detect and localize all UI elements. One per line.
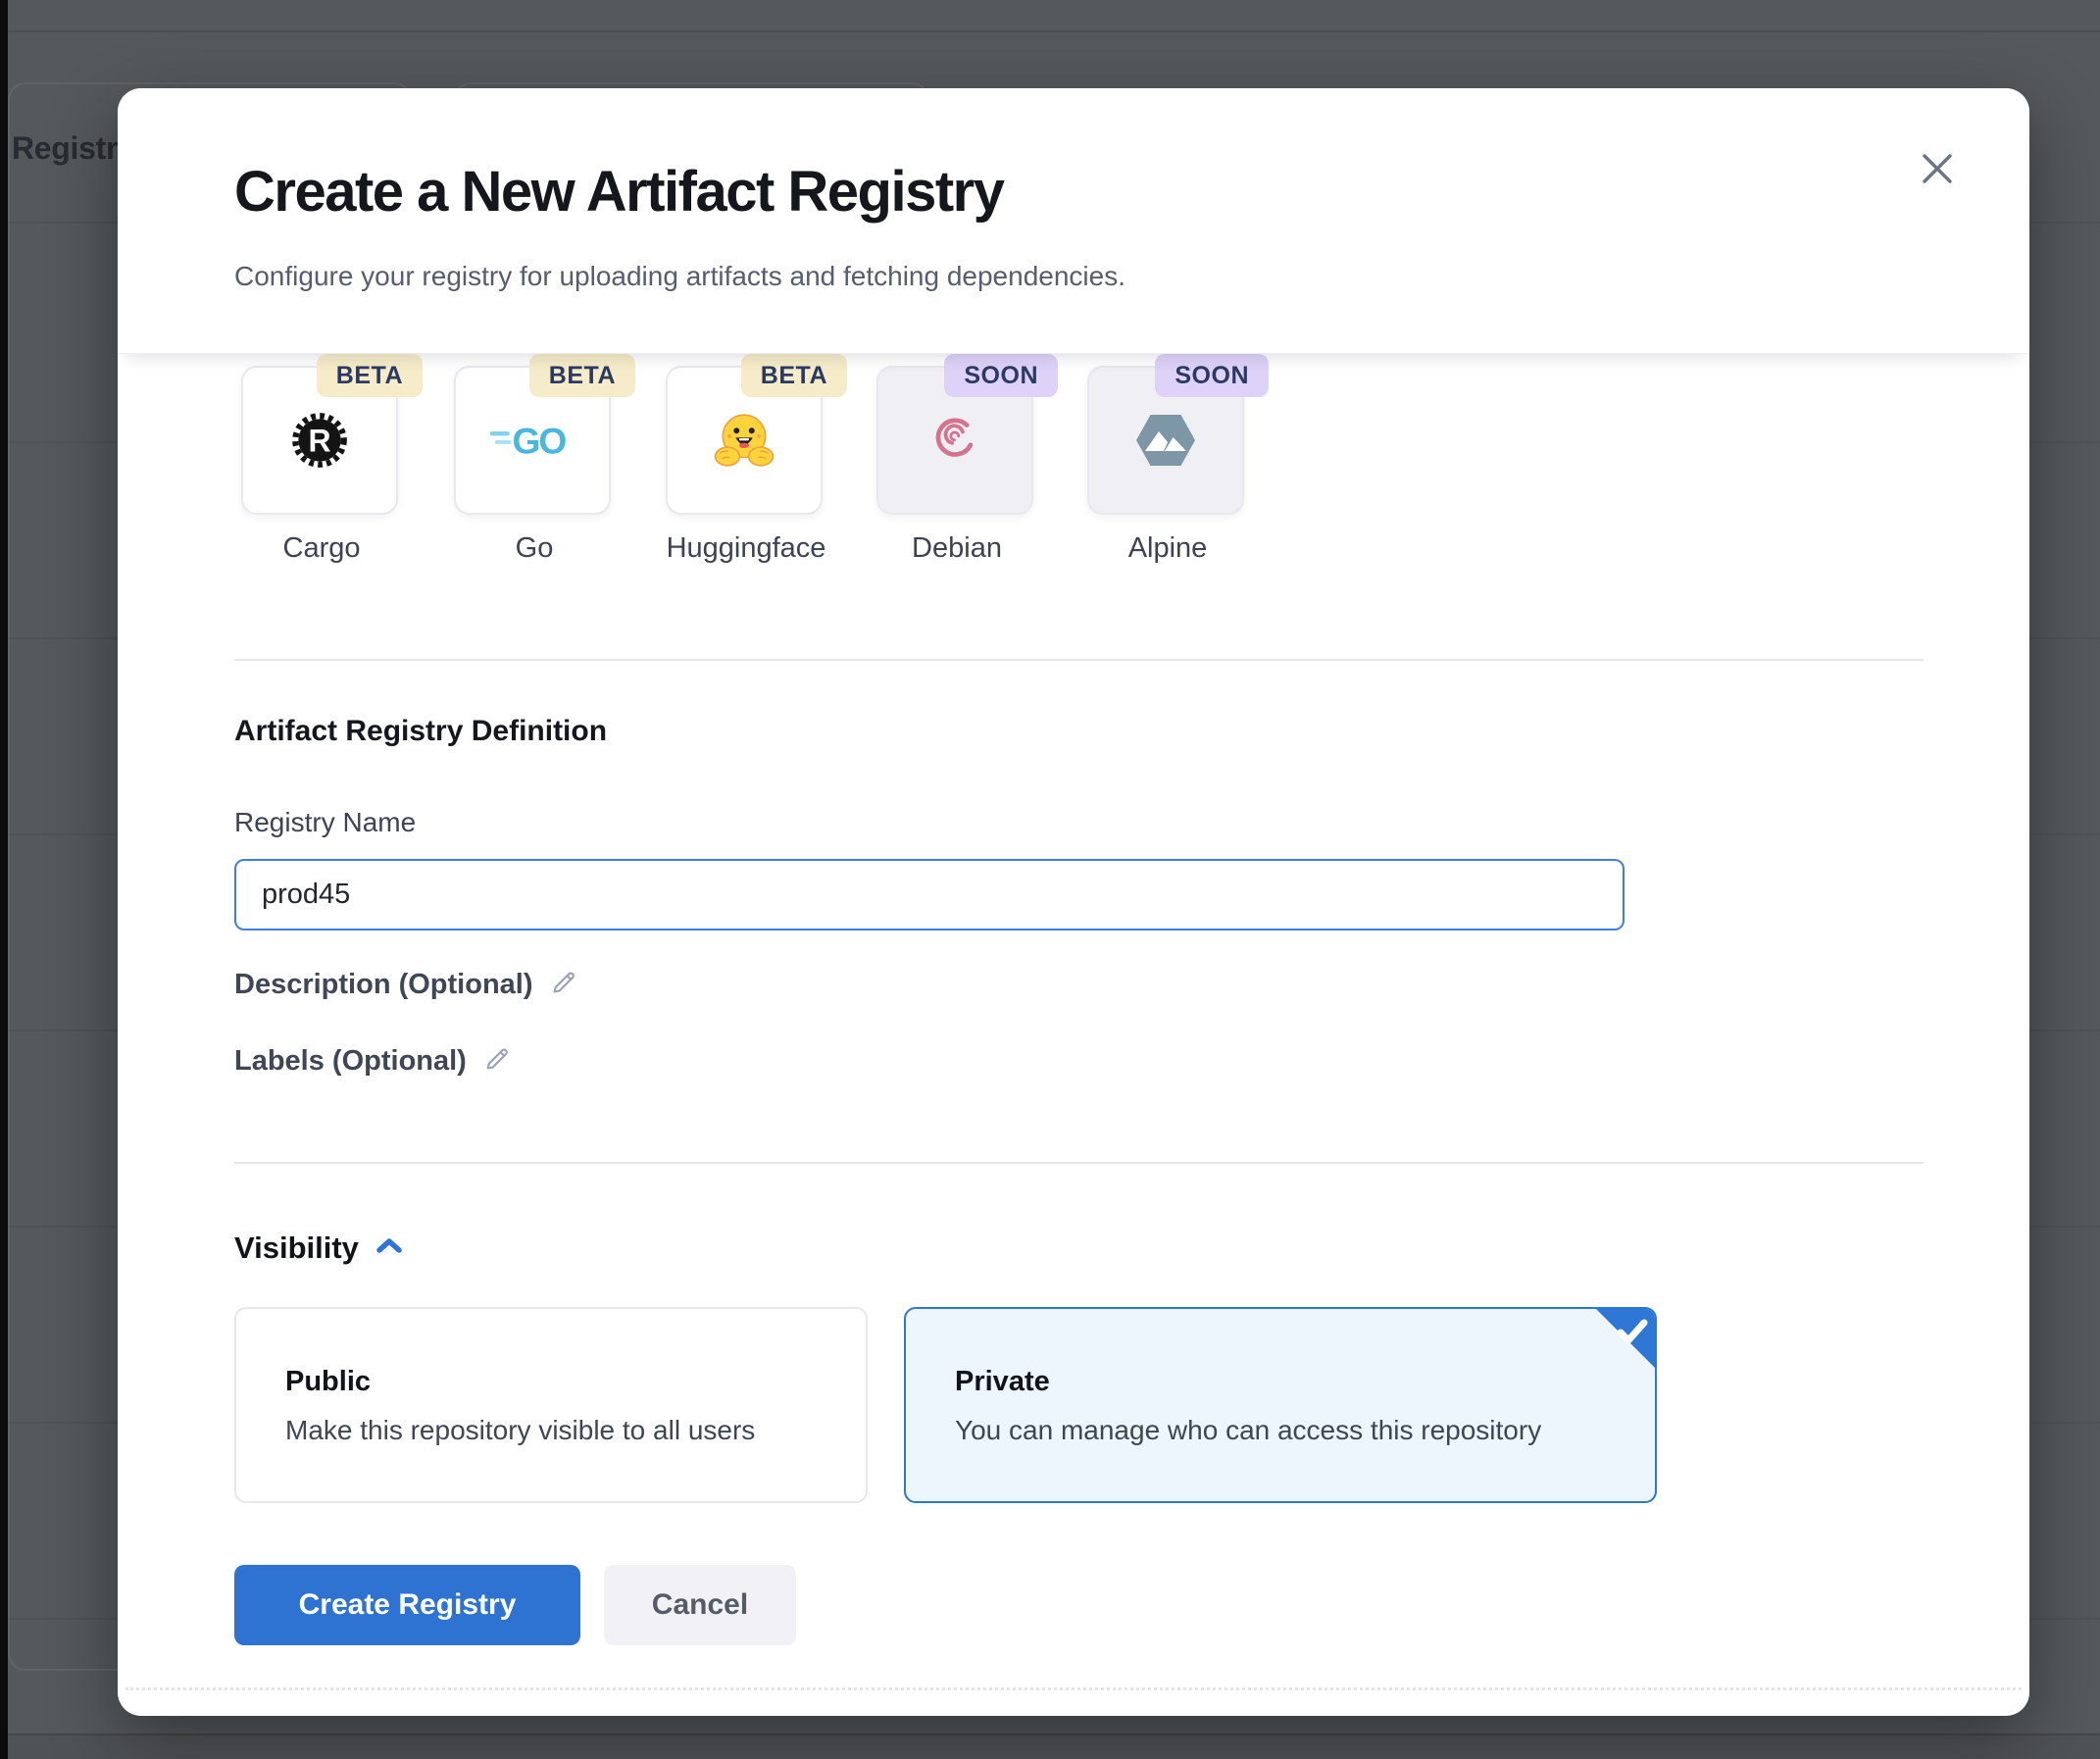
- modal-content: BETA R Cargo BETA GO: [118, 354, 2029, 1716]
- modal-subtitle: Configure your registry for uploading ar…: [234, 261, 1125, 292]
- option-title: Public: [285, 1366, 371, 1398]
- svg-text:GO: GO: [512, 421, 566, 462]
- edit-pencil-icon[interactable]: [549, 968, 578, 1002]
- registry-name-label: Registry Name: [234, 807, 416, 838]
- go-icon: GO: [456, 368, 609, 513]
- description-edit-row[interactable]: Description (Optional): [234, 968, 578, 1002]
- create-registry-button[interactable]: Create Registry: [234, 1565, 580, 1645]
- visibility-heading: Visibility: [234, 1231, 359, 1266]
- debian-icon: [878, 368, 1031, 513]
- registry-type-card-debian: SOON Debian: [876, 366, 1033, 515]
- labels-label: Labels (Optional): [234, 1045, 467, 1078]
- registry-type-label: Alpine: [1058, 532, 1277, 565]
- modal-title: Create a New Artifact Registry: [234, 159, 1003, 225]
- visibility-option-public[interactable]: Public Make this repository visible to a…: [234, 1307, 868, 1503]
- registry-type-label: Go: [425, 532, 644, 565]
- background-left-edge: [0, 0, 8, 1759]
- registry-type-card-cargo[interactable]: BETA R Cargo: [241, 366, 398, 515]
- svg-text:R: R: [308, 423, 330, 458]
- visibility-option-private[interactable]: Private You can manage who can access th…: [904, 1307, 1657, 1503]
- labels-edit-row[interactable]: Labels (Optional): [234, 1044, 512, 1079]
- option-description: You can manage who can access this repos…: [955, 1415, 1541, 1446]
- modal-header: Create a New Artifact Registry Configure…: [118, 88, 2029, 354]
- selected-check-icon: [1592, 1307, 1657, 1377]
- edit-pencil-icon[interactable]: [482, 1044, 512, 1079]
- background-topbar-divider: [0, 30, 2100, 32]
- modal-bottom-dotted-divider: [125, 1687, 2022, 1690]
- registry-type-label: Cargo: [212, 532, 431, 565]
- section-divider: [234, 659, 1924, 661]
- visibility-heading-row[interactable]: Visibility: [234, 1231, 404, 1266]
- alpine-icon: [1089, 368, 1242, 513]
- registry-type-card-alpine: SOON Alpine: [1087, 366, 1244, 515]
- chevron-up-icon[interactable]: [375, 1236, 404, 1261]
- definition-heading: Artifact Registry Definition: [234, 715, 607, 748]
- create-registry-modal: Create a New Artifact Registry Configure…: [118, 88, 2029, 1716]
- cargo-rust-icon: R: [243, 368, 396, 513]
- background-table-header: Registry: [12, 130, 135, 167]
- description-label: Description (Optional): [234, 969, 533, 1001]
- screen: Registry Create a New Artifact Registry …: [0, 0, 2100, 1759]
- close-button[interactable]: [1910, 143, 1965, 198]
- cancel-button[interactable]: Cancel: [604, 1565, 796, 1645]
- registry-type-label: Debian: [847, 532, 1067, 565]
- background-footer-band: [0, 1735, 2100, 1759]
- section-divider: [234, 1162, 1924, 1164]
- registry-type-card-go[interactable]: BETA GO Go: [454, 366, 611, 515]
- option-description: Make this repository visible to all user…: [285, 1415, 755, 1446]
- close-icon: [1918, 149, 1957, 193]
- registry-name-input[interactable]: [234, 859, 1625, 930]
- registry-type-label: Huggingface: [636, 532, 856, 565]
- huggingface-icon: [668, 368, 821, 513]
- registry-type-card-huggingface[interactable]: BETA: [666, 366, 823, 515]
- option-title: Private: [955, 1366, 1050, 1398]
